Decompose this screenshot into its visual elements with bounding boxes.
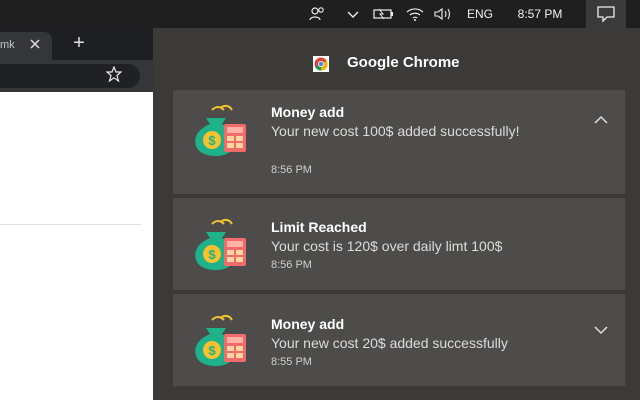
bookmark-star-icon[interactable]	[104, 65, 124, 86]
browser-tab[interactable]: mk	[0, 32, 52, 60]
tab-close-icon[interactable]	[27, 36, 43, 52]
svg-text:$: $	[208, 343, 216, 358]
notification-card[interactable]: $ Money add Your new cost 100$ added suc…	[173, 90, 625, 194]
notification-time: 8:56 PM	[271, 259, 312, 271]
tab-strip: mk +	[0, 28, 153, 60]
money-bag-calculator-icon: $	[195, 104, 246, 156]
notification-title: Limit Reached	[271, 219, 367, 235]
wifi-icon[interactable]	[404, 0, 426, 28]
tab-title: mk	[0, 39, 15, 51]
svg-text:$: $	[208, 133, 216, 148]
action-center-button[interactable]	[586, 0, 626, 28]
battery-icon[interactable]	[372, 0, 396, 28]
chevron-up-tray-icon[interactable]	[343, 0, 363, 28]
divider	[0, 224, 141, 225]
page-content	[0, 92, 153, 400]
notification-card[interactable]: $ Money add Your new cost 20$ added succ…	[173, 294, 625, 386]
people-icon[interactable]	[306, 0, 328, 28]
notification-body: Your new cost 100$ added successfully!	[271, 123, 520, 139]
svg-text:$: $	[208, 247, 216, 262]
money-bag-calculator-icon: $	[195, 218, 246, 270]
clock[interactable]: 8:57 PM	[506, 0, 574, 28]
app-group-header[interactable]: Google Chrome	[153, 48, 640, 78]
address-bar[interactable]	[0, 64, 140, 88]
action-center: Google Chrome $ Money add Your new cost …	[153, 28, 640, 400]
notification-card[interactable]: $ Limit Reached Your cost is 120$ over d…	[173, 198, 625, 290]
notification-time: 8:55 PM	[271, 356, 312, 368]
notification-title: Money add	[271, 104, 345, 120]
app-name: Google Chrome	[347, 54, 460, 71]
chrome-logo-icon	[313, 56, 329, 72]
browser-toolbar	[0, 60, 153, 92]
volume-icon[interactable]	[430, 0, 456, 28]
chrome-window: mk +	[0, 28, 153, 400]
notification-body: Your cost is 120$ over daily limt 100$	[271, 238, 503, 254]
new-tab-button[interactable]: +	[68, 33, 90, 55]
chevron-up-icon[interactable]	[591, 110, 611, 130]
money-bag-calculator-icon: $	[195, 314, 246, 366]
screen: ENG 8:57 PM mk + Google Chrome $ Money a…	[0, 0, 640, 400]
taskbar: ENG 8:57 PM	[0, 0, 640, 28]
notification-icon	[597, 6, 615, 23]
chevron-down-icon[interactable]	[591, 320, 611, 340]
notification-time: 8:56 PM	[271, 164, 312, 176]
language-indicator[interactable]: ENG	[462, 0, 498, 28]
notification-title: Money add	[271, 316, 345, 332]
notification-body: Your new cost 20$ added successfully	[271, 335, 508, 351]
